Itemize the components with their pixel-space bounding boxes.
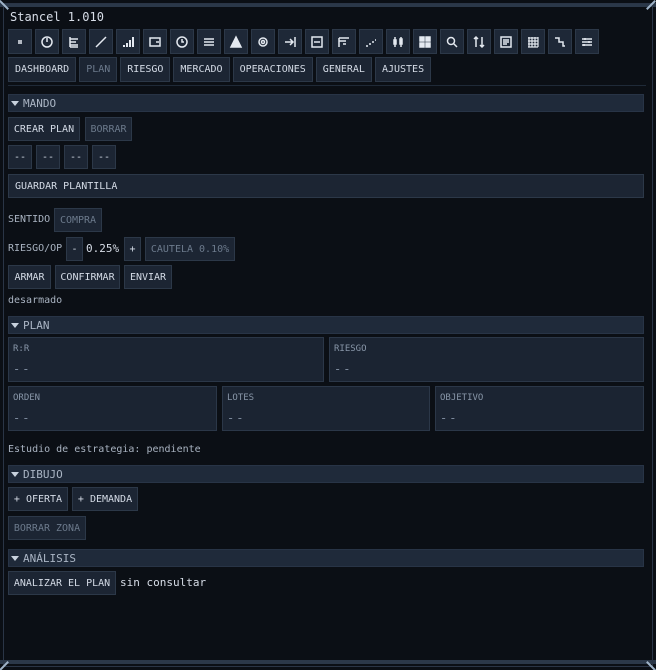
enviar-button[interactable]: ENVIAR: [124, 265, 172, 289]
card-value: --: [440, 411, 459, 425]
riesgo-card: RIESGO --: [329, 337, 644, 382]
arm-status: desarmado: [8, 295, 63, 306]
guardar-plantilla-button[interactable]: GUARDAR PLANTILLA: [8, 174, 644, 198]
section-mando-header[interactable]: MANDO: [8, 94, 644, 112]
tab-operaciones[interactable]: OPERACIONES: [232, 57, 313, 82]
add-oferta-button[interactable]: + OFERTA: [8, 487, 68, 511]
sort-icon[interactable]: [467, 29, 491, 54]
grid-icon[interactable]: [413, 29, 437, 54]
collapse-triangle-icon: [11, 322, 19, 328]
card-value: --: [227, 411, 246, 425]
exit-icon[interactable]: [278, 29, 302, 54]
sentido-toggle[interactable]: COMPRA: [54, 208, 102, 232]
section-dibujo-header[interactable]: DIBUJO: [8, 465, 644, 483]
grid-dense-icon[interactable]: [521, 29, 545, 54]
card-label: LOTES: [227, 393, 255, 403]
card-label: OBJETIVO: [440, 393, 484, 403]
section-analisis-header[interactable]: ANÁLISIS: [8, 549, 644, 567]
trend-icon[interactable]: [359, 29, 383, 54]
frame-corner: [0, 661, 9, 670]
borrar-zona-button[interactable]: BORRAR ZONA: [8, 516, 86, 540]
frame-corner: [0, 0, 9, 9]
power-icon[interactable]: [35, 29, 59, 54]
armar-button[interactable]: ARMAR: [8, 265, 51, 289]
line-icon[interactable]: [89, 29, 113, 54]
analisis-status: sin consultar: [120, 576, 207, 589]
tab-ajustes[interactable]: AJUSTES: [374, 57, 432, 82]
toolbar: [8, 29, 599, 54]
section-title: DIBUJO: [23, 467, 63, 481]
tab-bar: DASHBOARD PLAN RIESGO MERCADO OPERACIONE…: [8, 57, 432, 82]
card-value: --: [334, 362, 353, 376]
confirmar-button[interactable]: CONFIRMAR: [55, 265, 120, 289]
cautela-badge[interactable]: CAUTELA 0.10%: [145, 237, 235, 261]
collapse-triangle-icon: [11, 471, 19, 477]
divider: [8, 85, 646, 86]
collapse-triangle-icon: [11, 100, 19, 106]
card-label: R:R: [13, 344, 30, 354]
orden-card: ORDEN --: [8, 386, 217, 431]
card-value: --: [13, 362, 32, 376]
section-title: ANÁLISIS: [23, 551, 76, 565]
search-icon[interactable]: [440, 29, 464, 54]
rr-card: R:R --: [8, 337, 324, 382]
sliders-icon[interactable]: [575, 29, 599, 54]
collapse-triangle-icon: [11, 555, 19, 561]
panel-icon[interactable]: [305, 29, 329, 54]
riesgo-increase-button[interactable]: +: [124, 237, 141, 261]
candles-icon[interactable]: [386, 29, 410, 54]
card-value: --: [13, 411, 32, 425]
bars-icon[interactable]: [116, 29, 140, 54]
crear-plan-button[interactable]: CREAR PLAN: [8, 117, 80, 141]
lotes-card: LOTES --: [222, 386, 430, 431]
slot-button-2[interactable]: --: [36, 145, 60, 169]
frame-corner: [647, 0, 656, 9]
gear-icon[interactable]: [251, 29, 275, 54]
estudio-status: Estudio de estrategia: pendiente: [8, 444, 201, 455]
list-icon[interactable]: [197, 29, 221, 54]
clock-icon[interactable]: [170, 29, 194, 54]
add-demanda-button[interactable]: + DEMANDA: [72, 487, 138, 511]
objetivo-card: OBJETIVO --: [435, 386, 644, 431]
tab-plan[interactable]: PLAN: [79, 57, 118, 82]
tab-general[interactable]: GENERAL: [315, 57, 372, 82]
card-label: ORDEN: [13, 393, 41, 403]
steps-icon[interactable]: [332, 29, 356, 54]
tab-dashboard[interactable]: DASHBOARD: [8, 57, 77, 82]
borrar-button[interactable]: BORRAR: [85, 117, 132, 141]
tab-mercado[interactable]: MERCADO: [173, 57, 230, 82]
sentido-label: SENTIDO: [8, 214, 51, 225]
slot-button-1[interactable]: --: [8, 145, 32, 169]
tree-icon[interactable]: [62, 29, 86, 54]
frame-corner: [647, 661, 656, 670]
section-plan-header[interactable]: PLAN: [8, 316, 644, 334]
riesgo-label: RIESGO/OP: [8, 243, 63, 254]
section-title: MANDO: [23, 96, 57, 110]
analizar-plan-button[interactable]: ANALIZAR EL PLAN: [8, 571, 116, 595]
menu-icon[interactable]: [8, 29, 32, 54]
stairs-icon[interactable]: [548, 29, 572, 54]
peak-icon[interactable]: [224, 29, 248, 54]
slot-button-3[interactable]: --: [64, 145, 88, 169]
tab-riesgo[interactable]: RIESGO: [120, 57, 171, 82]
riesgo-decrease-button[interactable]: -: [66, 237, 83, 261]
slot-button-4[interactable]: --: [92, 145, 116, 169]
section-title: PLAN: [23, 318, 50, 332]
wallet-icon[interactable]: [143, 29, 167, 54]
riesgo-value: 0.25%: [86, 242, 120, 255]
app-title: Stancel 1.010: [10, 10, 104, 24]
card-label: RIESGO: [334, 344, 367, 354]
document-icon[interactable]: [494, 29, 518, 54]
